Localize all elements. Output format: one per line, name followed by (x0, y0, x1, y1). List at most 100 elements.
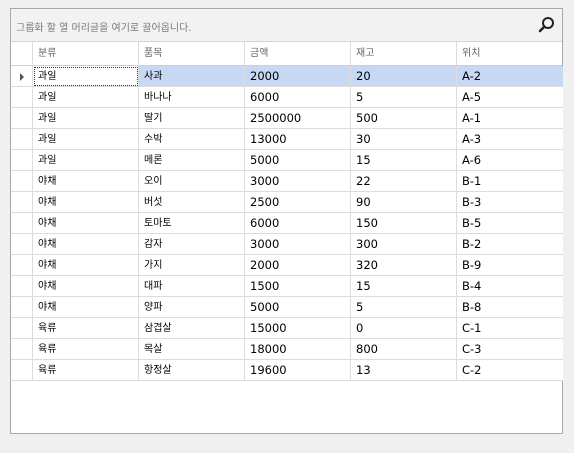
cell-location[interactable]: B-5 (457, 213, 563, 234)
table-row[interactable]: 과일 바나나 6000 5 A-5 (11, 87, 563, 108)
row-indicator-cell[interactable] (11, 255, 33, 276)
cell-category[interactable]: 과일 (33, 150, 139, 171)
column-header-location[interactable]: 위치 (457, 42, 563, 65)
search-icon[interactable] (538, 16, 556, 34)
column-header-category[interactable]: 분류 (33, 42, 139, 65)
cell-stock[interactable]: 13 (351, 360, 457, 381)
cell-location[interactable]: B-8 (457, 297, 563, 318)
cell-stock[interactable]: 15 (351, 276, 457, 297)
cell-price[interactable]: 2000 (245, 66, 351, 87)
cell-category[interactable]: 야채 (33, 213, 139, 234)
cell-stock[interactable]: 500 (351, 108, 457, 129)
cell-location[interactable]: B-9 (457, 255, 563, 276)
cell-stock[interactable]: 320 (351, 255, 457, 276)
table-row[interactable]: 야채 버섯 2500 90 B-3 (11, 192, 563, 213)
cell-location[interactable]: C-2 (457, 360, 563, 381)
column-header-stock[interactable]: 재고 (351, 42, 457, 65)
table-row[interactable]: 야채 감자 3000 300 B-2 (11, 234, 563, 255)
cell-category[interactable]: 야채 (33, 171, 139, 192)
table-row[interactable]: 과일 메론 5000 15 A-6 (11, 150, 563, 171)
cell-location[interactable]: B-1 (457, 171, 563, 192)
cell-item[interactable]: 바나나 (139, 87, 245, 108)
cell-price[interactable]: 5000 (245, 150, 351, 171)
cell-price[interactable]: 13000 (245, 129, 351, 150)
table-row[interactable]: 육류 삼겹살 15000 0 C-1 (11, 318, 563, 339)
row-indicator-cell[interactable] (11, 171, 33, 192)
cell-location[interactable]: B-3 (457, 192, 563, 213)
cell-stock[interactable]: 800 (351, 339, 457, 360)
cell-price[interactable]: 1500 (245, 276, 351, 297)
cell-price[interactable]: 2000 (245, 255, 351, 276)
cell-category[interactable]: 과일 (33, 108, 139, 129)
row-indicator-cell[interactable] (11, 234, 33, 255)
row-indicator-cell[interactable] (11, 66, 33, 87)
cell-location[interactable]: A-2 (457, 66, 563, 87)
table-row[interactable]: 야채 대파 1500 15 B-4 (11, 276, 563, 297)
table-row[interactable]: 과일 사과 2000 20 A-2 (11, 66, 563, 87)
cell-category[interactable]: 야채 (33, 192, 139, 213)
cell-category[interactable]: 야채 (33, 276, 139, 297)
cell-location[interactable]: C-3 (457, 339, 563, 360)
cell-category[interactable]: 야채 (33, 234, 139, 255)
cell-price[interactable]: 3000 (245, 171, 351, 192)
cell-price[interactable]: 2500 (245, 192, 351, 213)
cell-price[interactable]: 3000 (245, 234, 351, 255)
table-row[interactable]: 야채 오이 3000 22 B-1 (11, 171, 563, 192)
cell-category[interactable]: 육류 (33, 318, 139, 339)
cell-stock[interactable]: 90 (351, 192, 457, 213)
cell-stock[interactable]: 5 (351, 297, 457, 318)
cell-price[interactable]: 19600 (245, 360, 351, 381)
cell-item[interactable]: 딸기 (139, 108, 245, 129)
cell-category[interactable]: 과일 (33, 87, 139, 108)
row-indicator-cell[interactable] (11, 129, 33, 150)
row-indicator-cell[interactable] (11, 213, 33, 234)
cell-category[interactable]: 야채 (33, 297, 139, 318)
cell-location[interactable]: A-6 (457, 150, 563, 171)
row-indicator-cell[interactable] (11, 360, 33, 381)
cell-category[interactable]: 야채 (33, 255, 139, 276)
cell-category[interactable]: 과일 (33, 129, 139, 150)
table-row[interactable]: 과일 수박 13000 30 A-3 (11, 129, 563, 150)
column-header-item[interactable]: 품목 (139, 42, 245, 65)
cell-stock[interactable]: 15 (351, 150, 457, 171)
table-row[interactable]: 과일 딸기 2500000 500 A-1 (11, 108, 563, 129)
cell-stock[interactable]: 300 (351, 234, 457, 255)
cell-location[interactable]: C-1 (457, 318, 563, 339)
cell-item[interactable]: 목살 (139, 339, 245, 360)
group-panel[interactable]: 그룹화 할 열 머리글을 여기로 끌어옵니다. (11, 9, 562, 42)
cell-location[interactable]: A-5 (457, 87, 563, 108)
table-row[interactable]: 육류 목살 18000 800 C-3 (11, 339, 563, 360)
cell-price[interactable]: 6000 (245, 213, 351, 234)
table-row[interactable]: 야채 토마토 6000 150 B-5 (11, 213, 563, 234)
cell-item[interactable]: 토마토 (139, 213, 245, 234)
row-indicator-cell[interactable] (11, 297, 33, 318)
cell-stock[interactable]: 30 (351, 129, 457, 150)
cell-item[interactable]: 사과 (139, 66, 245, 87)
cell-stock[interactable]: 20 (351, 66, 457, 87)
cell-item[interactable]: 대파 (139, 276, 245, 297)
row-indicator-cell[interactable] (11, 318, 33, 339)
cell-price[interactable]: 15000 (245, 318, 351, 339)
cell-category[interactable]: 과일 (33, 66, 139, 87)
cell-item[interactable]: 양파 (139, 297, 245, 318)
cell-item[interactable]: 삼겹살 (139, 318, 245, 339)
cell-price[interactable]: 5000 (245, 297, 351, 318)
table-row[interactable]: 육류 항정살 19600 13 C-2 (11, 360, 563, 381)
row-indicator-cell[interactable] (11, 87, 33, 108)
cell-location[interactable]: B-4 (457, 276, 563, 297)
cell-category[interactable]: 육류 (33, 360, 139, 381)
cell-category[interactable]: 육류 (33, 339, 139, 360)
cell-item[interactable]: 감자 (139, 234, 245, 255)
cell-stock[interactable]: 150 (351, 213, 457, 234)
cell-stock[interactable]: 5 (351, 87, 457, 108)
cell-price[interactable]: 6000 (245, 87, 351, 108)
cell-item[interactable]: 가지 (139, 255, 245, 276)
cell-location[interactable]: A-3 (457, 129, 563, 150)
cell-price[interactable]: 2500000 (245, 108, 351, 129)
cell-item[interactable]: 버섯 (139, 192, 245, 213)
cell-stock[interactable]: 22 (351, 171, 457, 192)
row-indicator-cell[interactable] (11, 108, 33, 129)
cell-item[interactable]: 수박 (139, 129, 245, 150)
row-indicator-cell[interactable] (11, 276, 33, 297)
cell-price[interactable]: 18000 (245, 339, 351, 360)
